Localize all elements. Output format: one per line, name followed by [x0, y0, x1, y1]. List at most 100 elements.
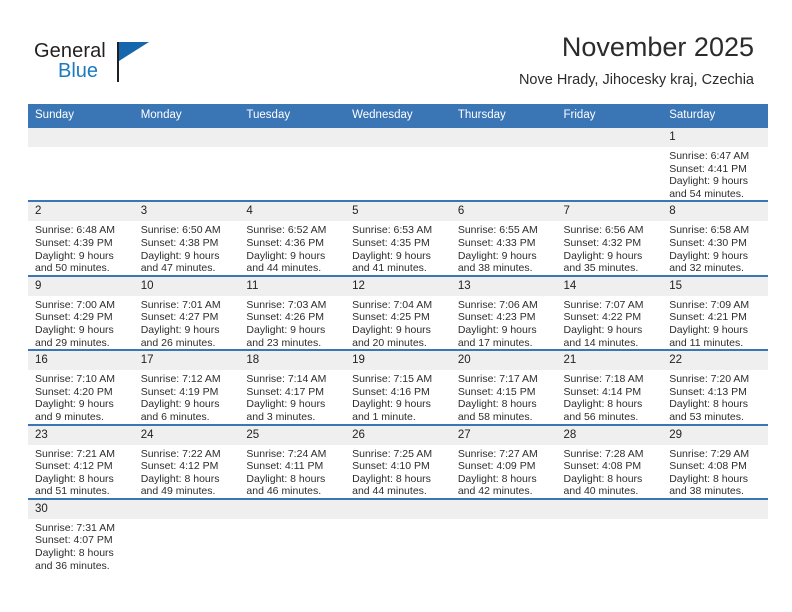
day-number [133, 128, 240, 147]
calendar-day-cell[interactable]: 8 Sunrise: 6:58 AM Sunset: 4:30 PM Daylight… [662, 200, 768, 276]
calendar-day-cell[interactable]: 4 Sunrise: 6:52 AM Sunset: 4:36 PM Daylight… [239, 200, 346, 276]
day-sun-info: Sunrise: 7:22 AM Sunset: 4:12 PM Daylight:… [134, 445, 240, 498]
day-sun-info: Sunrise: 7:17 AM Sunset: 4:15 PM Daylight:… [451, 370, 557, 423]
calendar-week-row: 16 Sunrise: 7:10 AM Sunset: 4:20 PM Dayligh… [28, 349, 768, 425]
day-sunset-text: Sunset: 4:26 PM [246, 311, 325, 324]
calendar-day-cell-empty [28, 125, 134, 202]
calendar-week-row: 1 Sunrise: 6:47 AM Sunset: 4:41 PM Daylight… [28, 125, 768, 202]
calendar-day-cell[interactable]: 22 Sunrise: 7:20 AM Sunset: 4:13 PM Dayligh… [662, 349, 768, 425]
day-daylight-1-text: Daylight: 9 hours [669, 175, 749, 188]
calendar-day-cell[interactable]: 29 Sunrise: 7:29 AM Sunset: 4:08 PM Dayligh… [662, 423, 768, 499]
day-sun-info: Sunrise: 7:03 AM Sunset: 4:26 PM Daylight:… [239, 296, 345, 349]
weekday-header-saturday: Saturday [662, 104, 768, 127]
calendar-day-cell[interactable]: 6 Sunrise: 6:55 AM Sunset: 4:33 PM Daylight… [450, 200, 557, 276]
day-sun-info: Sunrise: 7:25 AM Sunset: 4:10 PM Daylight:… [345, 445, 451, 498]
day-sun-info: Sunrise: 7:06 AM Sunset: 4:23 PM Daylight:… [451, 296, 557, 349]
weekday-header-sunday: Sunday [28, 104, 134, 127]
general-blue-logo[interactable]: General Blue [34, 40, 174, 88]
calendar-day-cell[interactable]: 12 Sunrise: 7:04 AM Sunset: 4:25 PM Dayligh… [345, 274, 451, 351]
day-daylight-1-text: Daylight: 8 hours [35, 547, 114, 560]
calendar-day-cell-empty [556, 125, 663, 202]
day-sunset-text: Sunset: 4:22 PM [563, 311, 642, 324]
calendar-day-cell[interactable]: 10 Sunrise: 7:01 AM Sunset: 4:27 PM Dayligh… [133, 274, 240, 351]
calendar-day-cell[interactable]: 15 Sunrise: 7:09 AM Sunset: 4:21 PM Dayligh… [662, 274, 768, 351]
day-sunset-text: Sunset: 4:12 PM [140, 460, 219, 473]
calendar-body: 1 Sunrise: 6:47 AM Sunset: 4:41 PM Daylight… [28, 125, 768, 573]
calendar-day-cell[interactable]: 25 Sunrise: 7:24 AM Sunset: 4:11 PM Dayligh… [239, 423, 346, 499]
calendar-day-cell[interactable]: 24 Sunrise: 7:22 AM Sunset: 4:12 PM Dayligh… [133, 423, 240, 499]
day-daylight-1-text: Daylight: 9 hours [352, 249, 431, 262]
calendar-day-cell[interactable]: 14 Sunrise: 7:07 AM Sunset: 4:22 PM Dayligh… [556, 274, 663, 351]
calendar-day-cell[interactable]: 17 Sunrise: 7:12 AM Sunset: 4:19 PM Dayligh… [133, 349, 240, 425]
day-daylight-2-text: and 41 minutes. [352, 262, 427, 275]
calendar-day-cell-empty [239, 125, 346, 202]
day-sun-info: Sunrise: 7:14 AM Sunset: 4:17 PM Daylight:… [239, 370, 345, 423]
calendar-day-cell[interactable]: 3 Sunrise: 6:50 AM Sunset: 4:38 PM Daylight… [133, 200, 240, 276]
calendar-day-cell[interactable]: 7 Sunrise: 6:56 AM Sunset: 4:32 PM Daylight… [556, 200, 663, 276]
day-sunrise-text: Sunrise: 7:09 AM [669, 298, 750, 311]
calendar-day-cell-empty [662, 497, 768, 573]
day-daylight-1-text: Daylight: 9 hours [246, 249, 326, 262]
calendar-day-cell-empty [450, 125, 557, 202]
day-number: 21 [556, 351, 663, 371]
calendar-day-cell[interactable]: 23 Sunrise: 7:21 AM Sunset: 4:12 PM Dayligh… [28, 423, 134, 499]
day-daylight-1-text: Daylight: 9 hours [140, 323, 220, 336]
calendar-day-cell[interactable]: 16 Sunrise: 7:10 AM Sunset: 4:20 PM Dayligh… [28, 349, 134, 425]
page-header: General Blue November 2025 Nove Hrady, J… [0, 0, 792, 100]
calendar-day-cell[interactable]: 9 Sunrise: 7:00 AM Sunset: 4:29 PM Daylight… [28, 274, 134, 351]
calendar-day-cell[interactable]: 13 Sunrise: 7:06 AM Sunset: 4:23 PM Dayligh… [450, 274, 557, 351]
calendar-day-cell[interactable]: 20 Sunrise: 7:17 AM Sunset: 4:15 PM Dayligh… [450, 349, 557, 425]
day-daylight-2-text: and 38 minutes. [669, 485, 744, 498]
day-number: 8 [662, 202, 768, 222]
day-daylight-2-text: and 9 minutes. [35, 410, 104, 423]
calendar-day-cell-empty [345, 125, 451, 202]
day-number: 23 [28, 425, 134, 445]
calendar-day-cell[interactable]: 28 Sunrise: 7:28 AM Sunset: 4:08 PM Dayligh… [556, 423, 663, 499]
day-sunset-text: Sunset: 4:21 PM [669, 311, 747, 324]
day-sun-info: Sunrise: 6:55 AM Sunset: 4:33 PM Daylight:… [451, 221, 557, 274]
day-daylight-2-text: and 20 minutes. [352, 336, 427, 349]
calendar-day-cell[interactable]: 30 Sunrise: 7:31 AM Sunset: 4:07 PM Dayligh… [28, 497, 134, 573]
day-daylight-1-text: Daylight: 8 hours [140, 472, 220, 485]
day-sunrise-text: Sunrise: 7:29 AM [669, 447, 750, 460]
day-daylight-1-text: Daylight: 9 hours [352, 398, 431, 411]
calendar-day-cell[interactable]: 26 Sunrise: 7:25 AM Sunset: 4:10 PM Dayligh… [345, 423, 451, 499]
day-number: 18 [239, 351, 346, 371]
calendar-container: Sunday Monday Tuesday Wednesday Thursday… [28, 104, 768, 573]
day-daylight-1-text: Daylight: 9 hours [457, 249, 537, 262]
day-daylight-2-text: and 47 minutes. [140, 262, 216, 275]
day-daylight-1-text: Daylight: 9 hours [669, 249, 749, 262]
day-sunset-text: Sunset: 4:15 PM [457, 385, 536, 398]
calendar-day-cell[interactable]: 5 Sunrise: 6:53 AM Sunset: 4:35 PM Daylight… [345, 200, 451, 276]
day-sunrise-text: Sunrise: 7:28 AM [563, 447, 644, 460]
day-sun-info: Sunrise: 7:21 AM Sunset: 4:12 PM Daylight:… [28, 445, 134, 498]
day-daylight-2-text: and 42 minutes. [457, 485, 533, 498]
day-number [450, 128, 557, 147]
calendar-day-cell[interactable]: 18 Sunrise: 7:14 AM Sunset: 4:17 PM Dayligh… [239, 349, 346, 425]
day-sunset-text: Sunset: 4:12 PM [35, 460, 113, 473]
weekday-header-row: Sunday Monday Tuesday Wednesday Thursday… [28, 104, 768, 127]
day-sunrise-text: Sunrise: 7:17 AM [457, 373, 538, 386]
day-sunset-text: Sunset: 4:30 PM [669, 236, 747, 249]
day-sunrise-text: Sunrise: 7:00 AM [35, 298, 115, 311]
calendar-day-cell[interactable]: 21 Sunrise: 7:18 AM Sunset: 4:14 PM Dayligh… [556, 349, 663, 425]
day-number: 2 [28, 202, 134, 222]
day-sunrise-text: Sunrise: 6:52 AM [246, 224, 327, 237]
day-number: 4 [239, 202, 346, 222]
day-number: 14 [556, 276, 663, 296]
weekday-header-friday: Friday [556, 104, 663, 127]
day-number [556, 128, 663, 147]
calendar-day-cell[interactable]: 27 Sunrise: 7:27 AM Sunset: 4:09 PM Dayligh… [450, 423, 557, 499]
day-daylight-1-text: Daylight: 8 hours [35, 472, 114, 485]
day-sunrise-text: Sunrise: 6:50 AM [140, 224, 221, 237]
day-daylight-2-text: and 44 minutes. [246, 262, 322, 275]
day-number: 13 [450, 276, 557, 296]
calendar-day-cell[interactable]: 19 Sunrise: 7:15 AM Sunset: 4:16 PM Dayligh… [345, 349, 451, 425]
day-daylight-2-text: and 46 minutes. [246, 485, 322, 498]
calendar-day-cell[interactable]: 1 Sunrise: 6:47 AM Sunset: 4:41 PM Daylight… [662, 125, 768, 202]
calendar-day-cell[interactable]: 2 Sunrise: 6:48 AM Sunset: 4:39 PM Daylight… [28, 200, 134, 276]
day-sunset-text: Sunset: 4:11 PM [246, 460, 324, 473]
calendar-day-cell[interactable]: 11 Sunrise: 7:03 AM Sunset: 4:26 PM Dayligh… [239, 274, 346, 351]
calendar-header-row-group: Sunday Monday Tuesday Wednesday Thursday… [28, 104, 768, 127]
day-sunrise-text: Sunrise: 7:21 AM [35, 447, 115, 460]
